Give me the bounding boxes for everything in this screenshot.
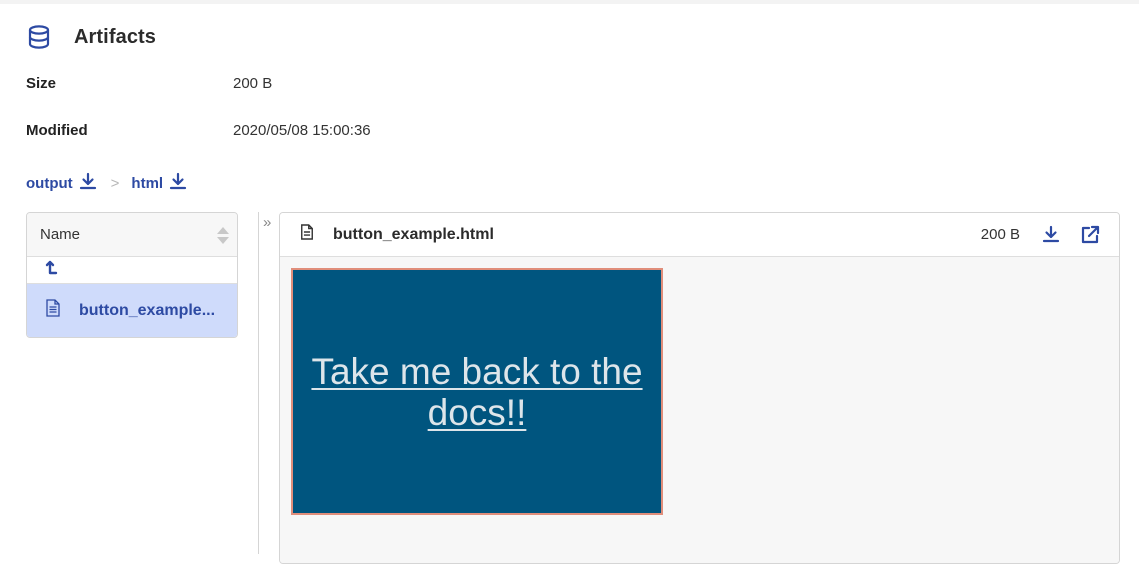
parent-directory-row[interactable] [27, 257, 237, 284]
breadcrumb-item-html[interactable]: html [131, 172, 187, 194]
file-viewer: button_example.html 200 B Take me back t… [279, 212, 1120, 564]
top-border [0, 0, 1139, 4]
viewer-file-size: 200 B [980, 226, 1020, 243]
breadcrumb-label[interactable]: output [26, 175, 73, 192]
collapse-panel-button[interactable]: » [263, 214, 271, 231]
size-label: Size [26, 75, 57, 92]
file-list: Name button_example... [26, 212, 238, 338]
file-row-selected[interactable]: button_example... [27, 284, 237, 337]
download-icon[interactable] [163, 172, 187, 194]
file-icon [45, 299, 79, 322]
docs-link[interactable]: Take me back to the docs!! [301, 351, 653, 433]
viewer-header: button_example.html 200 B [280, 213, 1119, 257]
name-column-header[interactable]: Name [27, 213, 237, 257]
breadcrumb-item-output[interactable]: output [26, 172, 97, 194]
breadcrumb-label[interactable]: html [131, 175, 163, 192]
preview-area: Take me back to the docs!! [280, 257, 1119, 563]
artifacts-header: Artifacts [26, 24, 156, 50]
column-header-label[interactable]: Name [40, 226, 80, 243]
page-title: Artifacts [74, 25, 157, 48]
breadcrumb-separator: > [110, 174, 120, 192]
download-icon[interactable] [73, 172, 97, 194]
modified-value: 2020/05/08 15:00:36 [233, 122, 371, 139]
file-name[interactable]: button_example... [79, 302, 215, 320]
viewer-file-name: button_example.html [333, 225, 494, 243]
file-icon [300, 224, 314, 245]
open-external-icon[interactable] [1080, 225, 1100, 250]
html-preview: Take me back to the docs!! [291, 268, 663, 515]
database-icon [26, 24, 52, 50]
up-arrow-icon[interactable] [44, 259, 58, 282]
panel-divider[interactable] [258, 212, 259, 554]
breadcrumb: output > html [26, 172, 187, 194]
sort-descending-icon[interactable] [217, 237, 229, 244]
modified-label: Modified [26, 122, 88, 139]
sort-ascending-icon[interactable] [217, 227, 229, 234]
size-value: 200 B [233, 75, 273, 92]
download-icon[interactable] [1042, 225, 1060, 248]
